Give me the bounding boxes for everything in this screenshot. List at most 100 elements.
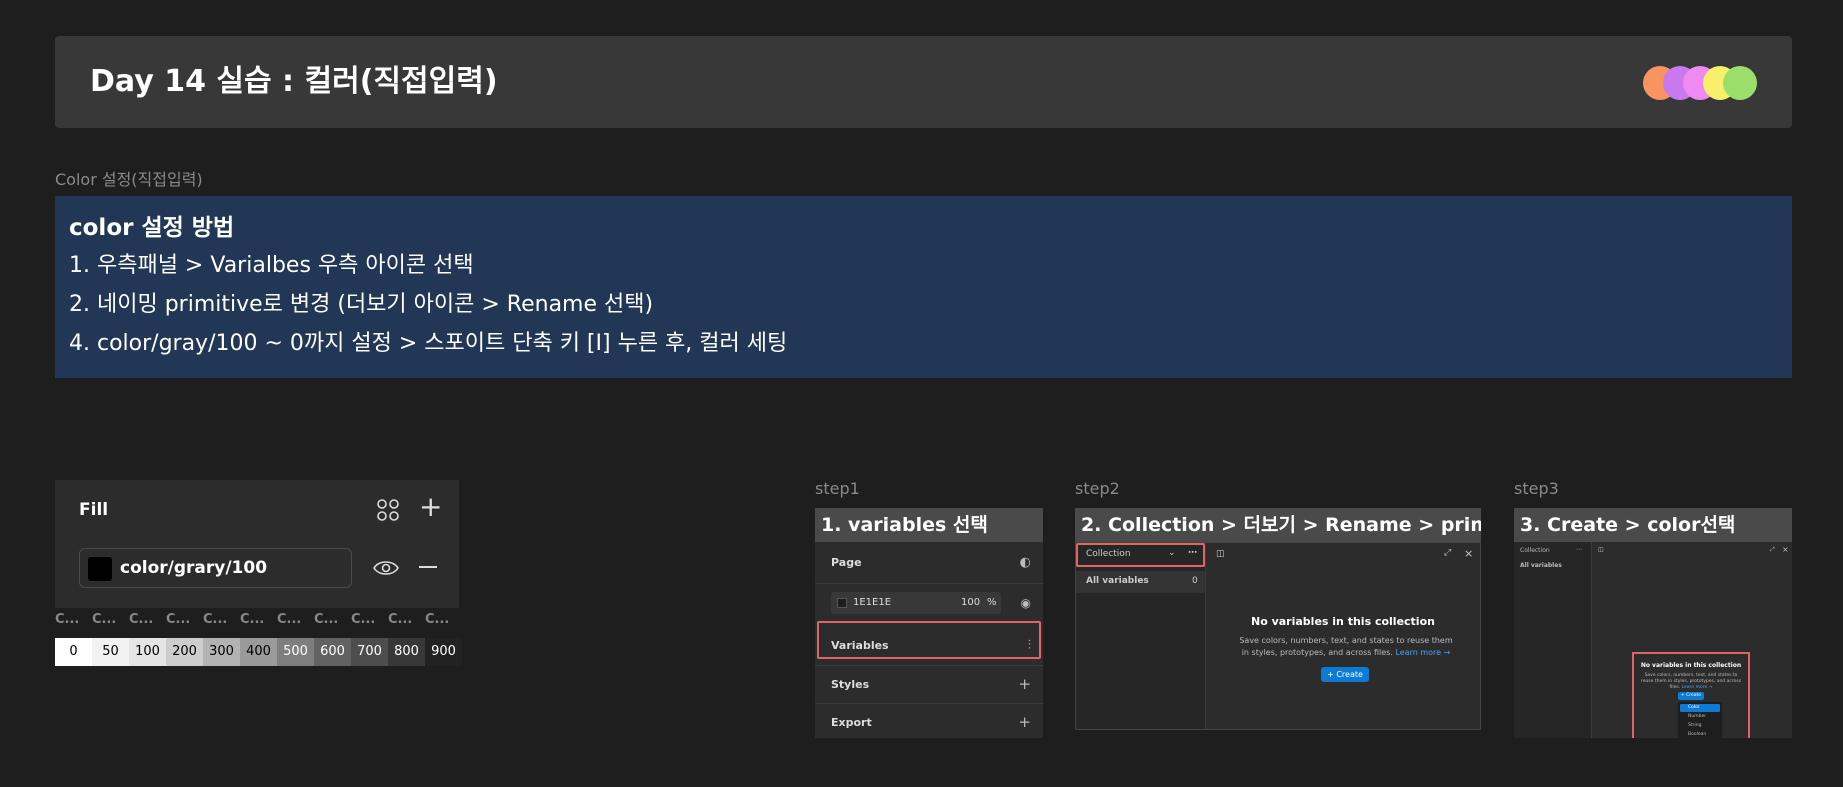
variables-window: Collection ⋯ All variables ◫ ⤢ × No vari… <box>1514 542 1792 738</box>
step1-title: 1. variables 선택 <box>815 508 1043 542</box>
page-percent: % <box>987 597 997 608</box>
add-export-plus-icon[interactable]: + <box>1018 714 1031 730</box>
empty-state-description: Save colors, numbers, text, and states t… <box>1239 636 1453 657</box>
close-icon[interactable]: × <box>1782 545 1789 554</box>
gray-scale-cell-600: 600 <box>314 638 351 666</box>
page-title: Day 14 실습 : 컬러(직접입력) <box>90 64 498 99</box>
gray-scale-cell-300: 300 <box>203 638 240 666</box>
scale-header-label: C... <box>166 612 191 627</box>
instruction-line-2: 2. 네이밍 primitive로 변경 (더보기 아이콘 > Rename 선… <box>69 292 654 317</box>
fill-value: color/grary/100 <box>120 558 268 578</box>
scale-header-label: C... <box>92 612 117 627</box>
gray-scale-cell-500: 500 <box>277 638 314 666</box>
scale-header-label: C... <box>129 612 154 627</box>
scale-header: C... C... C... C... C... C... C... C... C... C...… <box>55 612 459 628</box>
empty-state-title: No variables in this collection <box>1640 662 1742 669</box>
menu-item-label: Number <box>1688 714 1707 719</box>
all-variables-item[interactable]: All variables 0 <box>1076 571 1205 593</box>
page-opacity-value: 100 <box>961 597 981 608</box>
fill-color-field[interactable]: color/grary/100 <box>79 548 352 588</box>
step3-label: step3 <box>1514 479 1559 498</box>
all-variables-label[interactable]: All variables <box>1520 562 1562 569</box>
menu-item-boolean[interactable]: Boolean <box>1680 731 1720 738</box>
scale-header-label: C... <box>55 612 80 627</box>
learn-more-link[interactable]: Learn more → <box>1682 685 1713 690</box>
menu-item-color[interactable]: Color <box>1680 704 1720 712</box>
add-style-plus-icon[interactable]: + <box>1018 676 1031 692</box>
step1-label: step1 <box>815 479 860 498</box>
step1-screenshot: 1. variables 선택 Page ◐ 1E1E1E 100 % ◉ Va… <box>815 508 1043 738</box>
empty-state-title: No variables in this collection <box>1251 615 1435 628</box>
variables-sidebar: Collection ⋯ All variables <box>1514 542 1592 738</box>
sidebar-toggle-icon[interactable]: ◫ <box>1598 546 1604 553</box>
gray-scale-cell-900: 900 <box>425 638 462 666</box>
page-label: Page <box>831 556 862 569</box>
expand-icon[interactable]: ⤢ <box>1444 548 1451 558</box>
variables-sidebar: Collection ⌄ ⋯ All variables 0 <box>1076 543 1206 729</box>
scale-header-label: C... <box>277 612 302 627</box>
gray-scale-cell-200: 200 <box>166 638 203 666</box>
menu-item-string[interactable]: String <box>1680 722 1720 730</box>
empty-state-popup: No variables in this collection Save col… <box>1632 652 1750 738</box>
color-dots <box>1643 66 1757 100</box>
highlight-box <box>817 621 1041 659</box>
remove-fill-minus-icon[interactable] <box>419 566 437 568</box>
page-color-row: 1E1E1E 100 % ◉ <box>815 584 1043 626</box>
variables-count: 0 <box>1192 576 1198 586</box>
step3-screenshot: 3. Create > color선택 Collection ⋯ All var… <box>1514 508 1792 738</box>
header-banner: Day 14 실습 : 컬러(직접입력) <box>55 36 1792 128</box>
fill-panel: Fill + color/grary/100 <box>55 480 459 608</box>
create-variable-button[interactable]: + Create <box>1678 692 1704 700</box>
styles-row: Styles + <box>815 666 1043 704</box>
instruction-line-3: 4. color/gray/100 ~ 0까지 설정 > 스포이트 단축 키 [… <box>69 331 788 356</box>
expand-icon[interactable]: ⤢ <box>1770 546 1775 554</box>
page-color-field[interactable]: 1E1E1E 100 % <box>831 592 1001 614</box>
page-swatch[interactable] <box>837 598 847 608</box>
highlight-box <box>1076 543 1205 567</box>
color-dot-green <box>1723 66 1757 100</box>
all-variables-label: All variables <box>1086 576 1149 586</box>
scale-header-label: C... <box>203 612 228 627</box>
step2-title: 2. Collection > 더보기 > Rename > primitive <box>1075 508 1481 542</box>
style-grid-icon[interactable] <box>376 498 400 522</box>
more-icon[interactable]: ⋯ <box>1576 546 1582 553</box>
variable-type-menu: Color Number String Boolean <box>1678 702 1722 738</box>
menu-item-label: String <box>1688 723 1702 728</box>
empty-state-description: Save colors, numbers, text, and states t… <box>1640 673 1742 690</box>
scale-header-label: C... <box>240 612 265 627</box>
collection-label[interactable]: Collection <box>1520 547 1550 554</box>
section-label: Color 설정(직접입력) <box>55 170 203 189</box>
menu-item-label: Color <box>1688 705 1700 710</box>
gray-scale-cell-700: 700 <box>351 638 388 666</box>
add-fill-plus-icon[interactable]: + <box>419 492 442 522</box>
scale-header-label: C... <box>388 612 413 627</box>
sidebar-toggle-icon[interactable]: ◫ <box>1216 549 1225 559</box>
create-variable-button[interactable]: + Create <box>1321 667 1369 682</box>
step2-label: step2 <box>1075 479 1120 498</box>
gray-scale-cell-0: 0 <box>55 638 92 666</box>
gray-scale-row: 0 50 100 200 300 400 500 600 700 800 900 <box>55 638 462 666</box>
eye-icon[interactable] <box>373 558 399 578</box>
page-visibility-eye-icon[interactable]: ◉ <box>1021 595 1031 611</box>
variables-window: Collection ⌄ ⋯ All variables 0 ◫ ⤢ × No … <box>1075 542 1481 730</box>
step2-screenshot: 2. Collection > 더보기 > Rename > primitive… <box>1075 508 1481 730</box>
menu-item-label: Boolean <box>1688 732 1707 737</box>
page-color-value: 1E1E1E <box>853 597 892 608</box>
fill-title: Fill <box>79 500 109 520</box>
export-row: Export + <box>815 704 1043 738</box>
gray-scale-cell-400: 400 <box>240 638 277 666</box>
page-section: Page ◐ <box>815 542 1043 584</box>
instruction-line-1: 1. 우측패널 > Varialbes 우측 아이콘 선택 <box>69 253 474 278</box>
close-icon[interactable]: × <box>1464 547 1473 560</box>
instructions-box: color 설정 방법 1. 우측패널 > Varialbes 우측 아이콘 선… <box>55 196 1792 378</box>
gray-scale-cell-100: 100 <box>129 638 166 666</box>
menu-item-number[interactable]: Number <box>1680 713 1720 721</box>
scale-header-label: C... <box>425 612 450 627</box>
gray-scale-cell-800: 800 <box>388 638 425 666</box>
fill-swatch[interactable] <box>88 557 112 581</box>
learn-more-link[interactable]: Learn more → <box>1395 648 1450 657</box>
instructions-title: color 설정 방법 <box>69 215 235 241</box>
step3-title: 3. Create > color선택 <box>1514 508 1792 542</box>
page-options-icon[interactable]: ◐ <box>1020 555 1031 571</box>
scale-header-label: C... <box>351 612 376 627</box>
